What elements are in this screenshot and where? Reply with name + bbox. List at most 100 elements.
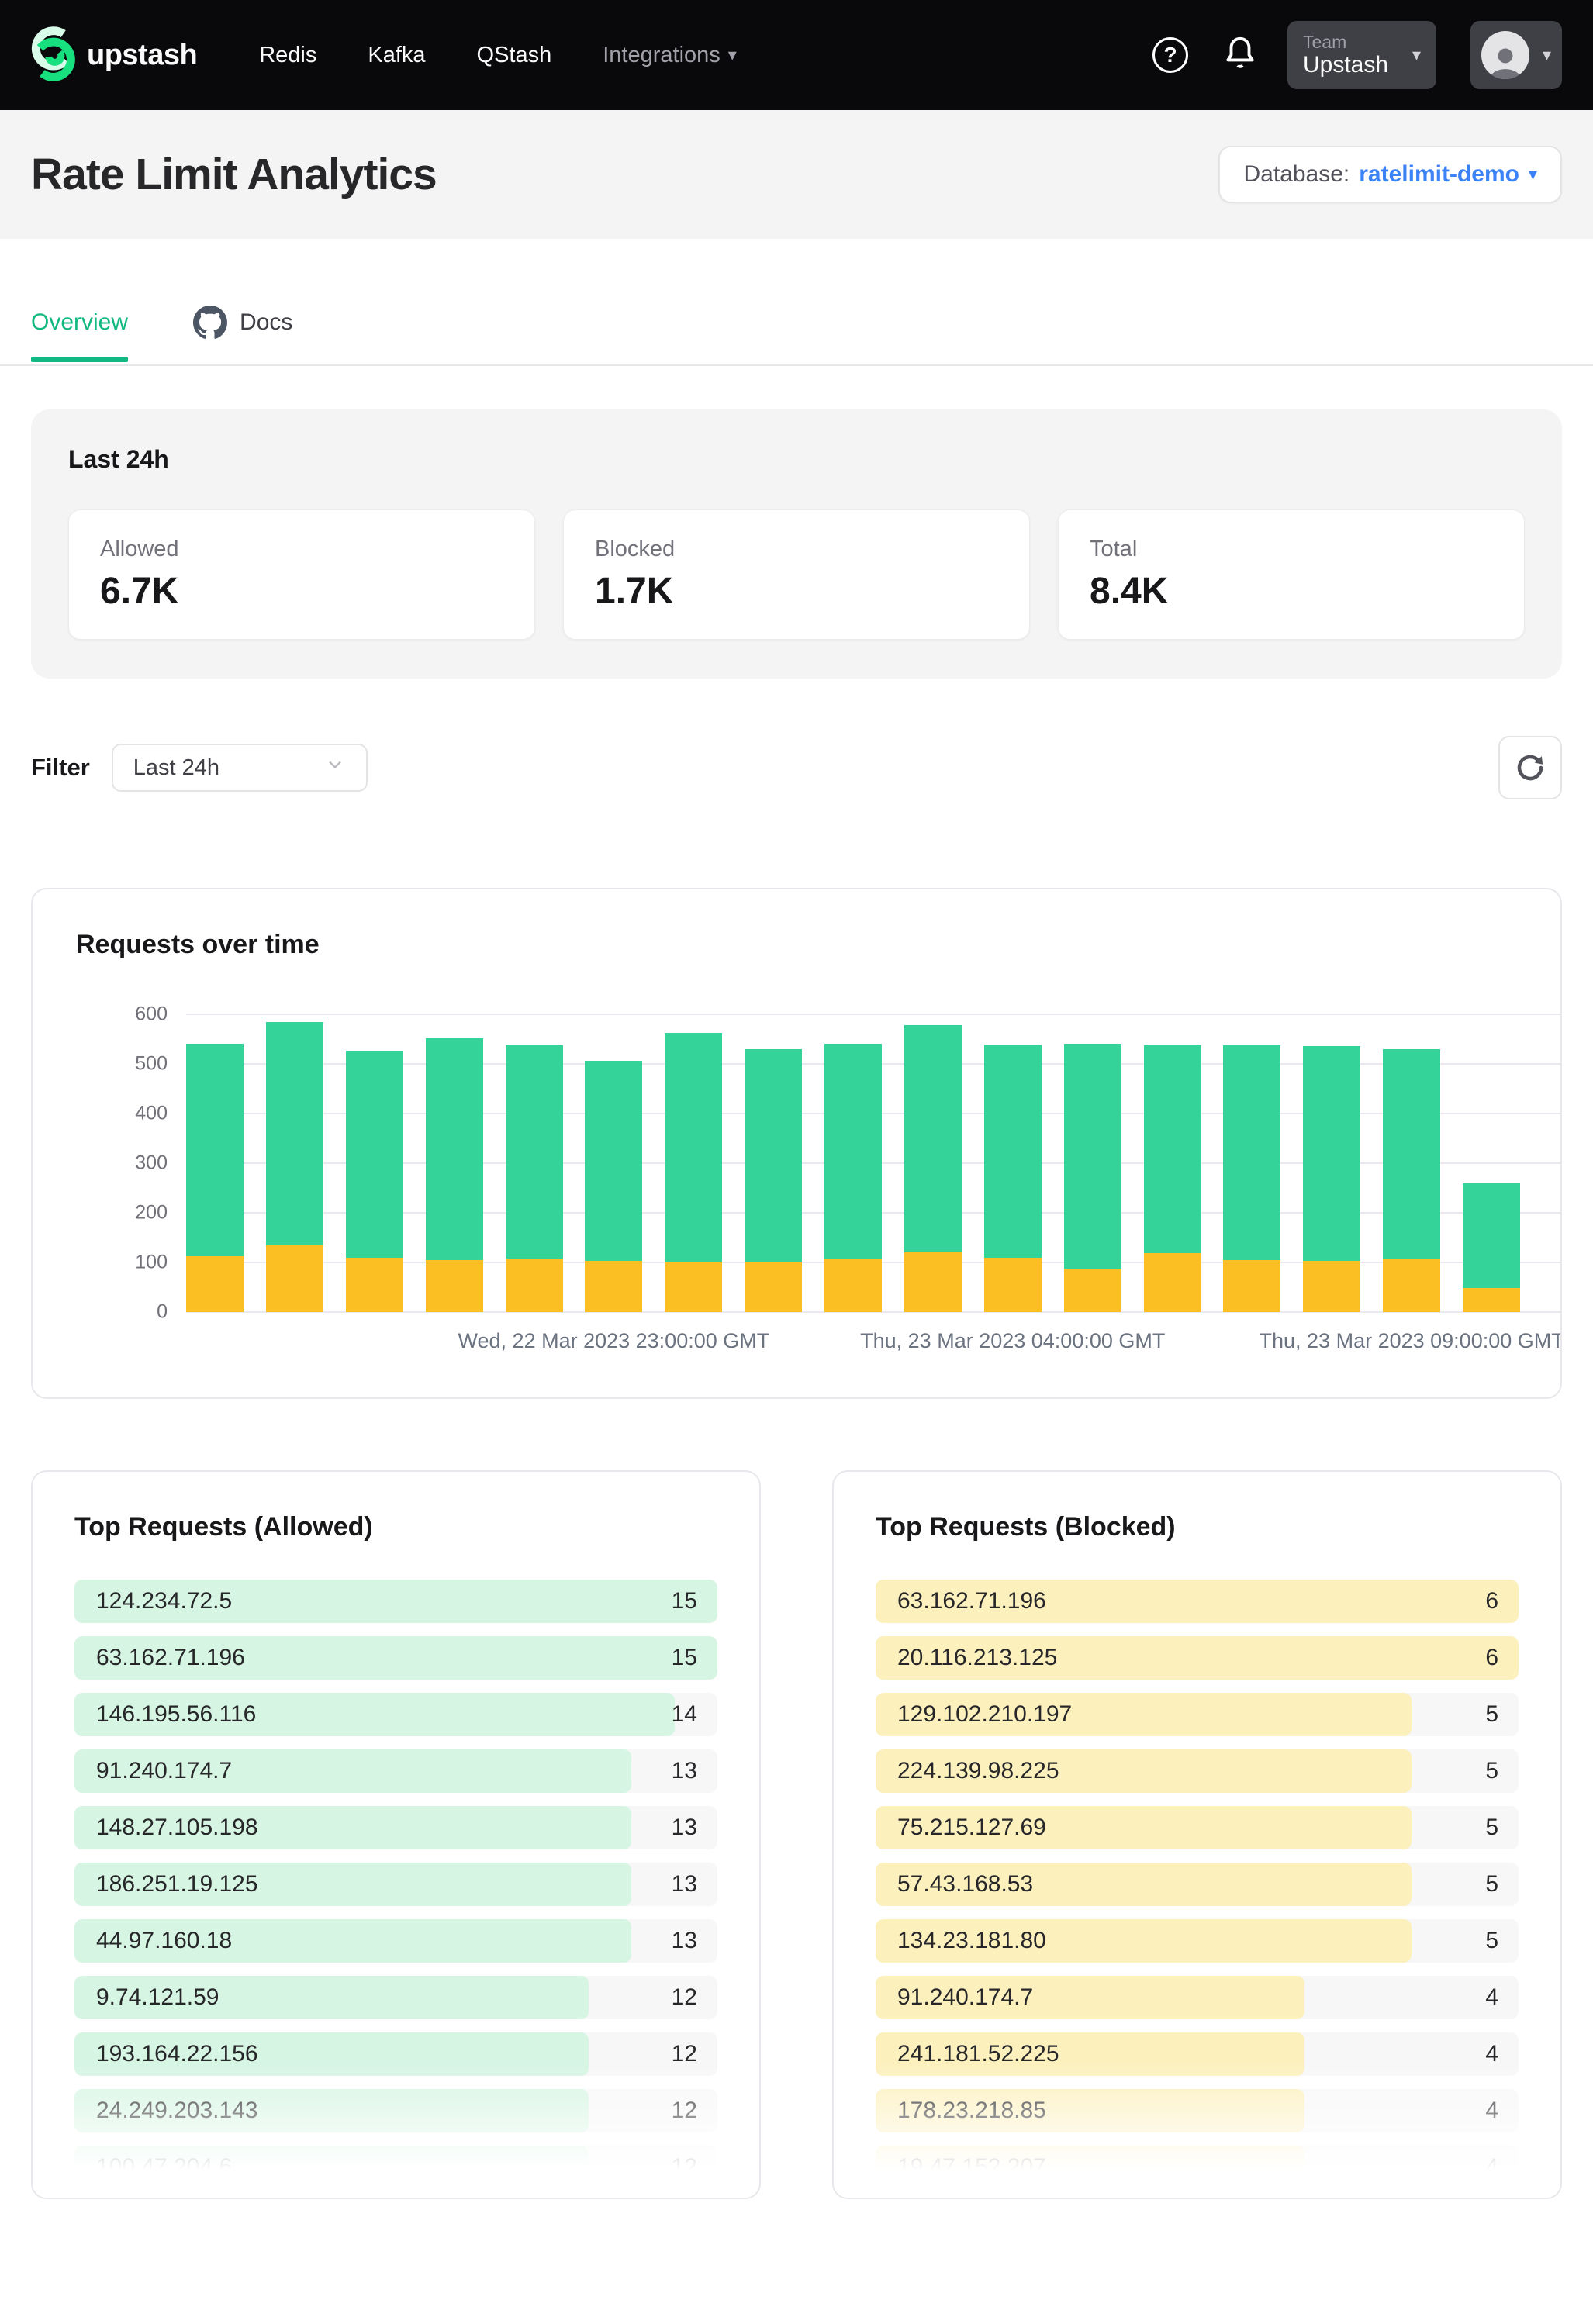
x-axis-tick: Thu, 23 Mar 2023 04:00:00 GMT [860,1329,1165,1353]
row-count: 4 [1485,2089,1498,2132]
y-axis-tick: 200 [135,1202,168,1224]
page-header: Rate Limit Analytics Database: ratelimit… [0,110,1593,239]
list-item: 63.162.71.196 15 [74,1636,717,1680]
blocked-segment [186,1256,244,1312]
blocked-segment [346,1258,403,1312]
row-count: 5 [1485,1919,1498,1963]
blocked-segment [1064,1269,1121,1312]
refresh-button[interactable] [1498,736,1562,799]
tab-overview[interactable]: Overview [31,309,128,361]
blocked-segment [745,1262,802,1312]
database-selector[interactable]: Database: ratelimit-demo ▾ [1218,146,1562,203]
tab-docs[interactable]: Docs [193,306,292,364]
allowed-segment [266,1022,323,1245]
stacked-bar-thu-01-00 [745,1049,802,1312]
allowed-segment [1144,1045,1201,1254]
row-count: 6 [1485,1580,1498,1623]
page: upstash RedisKafkaQStashIntegrations▾ ? … [0,0,1593,2324]
brand[interactable]: upstash [31,22,197,88]
blocked-segment [1303,1261,1360,1312]
help-icon[interactable]: ? [1152,37,1188,73]
row-count: 13 [672,1749,697,1793]
list-item: 129.102.210.197 5 [876,1693,1519,1736]
stats-heading: Last 24h [68,445,1525,474]
row-ip: 91.240.174.7 [96,1749,232,1793]
requests-chart: 0100200300400500600 [76,1014,1517,1312]
row-count: 15 [672,1580,697,1623]
github-icon [193,306,227,340]
row-count: 13 [672,1806,697,1849]
row-ip: 148.27.105.198 [96,1806,258,1849]
time-range-select[interactable]: Last 24h [112,744,368,792]
stat-card-total: Total8.4K [1058,509,1525,640]
allowed-segment [1064,1044,1121,1268]
blocked-segment [506,1259,563,1312]
filter-label: Filter [31,754,90,782]
stacked-bar-thu-08-00 [1303,1046,1360,1312]
notifications-bell-icon[interactable] [1222,34,1258,77]
blocked-segment [1383,1259,1440,1312]
row-count: 5 [1485,1749,1498,1793]
row-ip: 19.47.152.207 [897,2146,1046,2189]
chart-y-axis: 0100200300400500600 [76,1014,186,1312]
row-count: 5 [1485,1693,1498,1736]
chevron-down-icon: ▾ [1412,45,1421,65]
nav-link-qstash[interactable]: QStash [477,43,552,68]
nav-link-integrations[interactable]: Integrations▾ [603,43,737,68]
row-ip: 24.249.203.143 [96,2089,258,2132]
list-item: 124.234.72.515 [74,1580,717,1623]
top-blocked-list: 63.162.71.196620.116.213.1256129.102.210… [876,1580,1519,2189]
chart-x-axis: Wed, 22 Mar 2023 23:00:00 GMTThu, 23 Mar… [186,1312,1517,1360]
chevron-down-icon: ▾ [1543,45,1551,65]
stacked-bar-wed-23-00 [585,1061,642,1312]
row-count: 4 [1485,2146,1498,2189]
row-count: 13 [672,1919,697,1963]
row-ip: 129.102.210.197 [897,1693,1072,1736]
account-menu-button[interactable]: ▾ [1470,21,1562,89]
stacked-bar-thu-09-00 [1383,1049,1440,1312]
tab-bar: Overview Docs [0,306,1593,366]
database-name: ratelimit-demo [1359,161,1519,188]
row-ip: 57.43.168.53 [897,1863,1033,1906]
y-axis-tick: 500 [135,1053,168,1076]
top-allowed-title: Top Requests (Allowed) [74,1512,717,1542]
top-blocked-title: Top Requests (Blocked) [876,1512,1519,1542]
stat-value: 8.4K [1090,570,1493,613]
time-range-value: Last 24h [133,755,219,781]
allowed-segment [1303,1046,1360,1261]
row-count: 12 [672,2089,697,2132]
nav-link-kafka[interactable]: Kafka [368,43,425,68]
row-ip: 63.162.71.196 [96,1636,245,1680]
team-switcher-button[interactable]: Team Upstash ▾ [1287,21,1436,89]
stacked-bar-wed-21-00 [426,1038,483,1312]
list-item: 75.215.127.695 [876,1806,1519,1849]
chevron-down-icon: ▾ [728,45,737,65]
allowed-segment [1463,1183,1520,1288]
row-count: 6 [1485,1636,1498,1680]
nav-link-redis[interactable]: Redis [259,43,316,68]
chart-plot-area [186,1014,1517,1312]
list-item: 20.116.213.125 6 [876,1636,1519,1680]
upstash-logo-icon [31,22,76,88]
list-item: 91.240.174.7 13 [74,1749,717,1793]
row-ip: 20.116.213.125 [897,1636,1057,1680]
row-ip: 9.74.121.59 [96,1976,219,2019]
stat-card-blocked: Blocked1.7K [563,509,1030,640]
brand-name: upstash [87,39,197,72]
allowed-segment [1383,1049,1440,1259]
team-name: Upstash [1303,52,1388,79]
row-count: 12 [672,2032,697,2076]
allowed-segment [1223,1045,1280,1259]
nav-links: Redis Kafka QStash Integrations▾ [259,43,737,68]
allowed-segment [506,1045,563,1259]
allowed-segment [665,1033,722,1262]
bar-series [186,1014,1520,1312]
y-axis-tick: 600 [135,1003,168,1026]
list-item: 9.74.121.5912 [74,1976,717,2019]
row-count: 12 [672,2146,697,2189]
row-count: 15 [672,1636,697,1680]
team-label: Team [1303,32,1388,52]
stacked-bar-wed-20-00 [346,1051,403,1312]
stat-value: 6.7K [100,570,503,613]
chart-title: Requests over time [76,930,1517,960]
